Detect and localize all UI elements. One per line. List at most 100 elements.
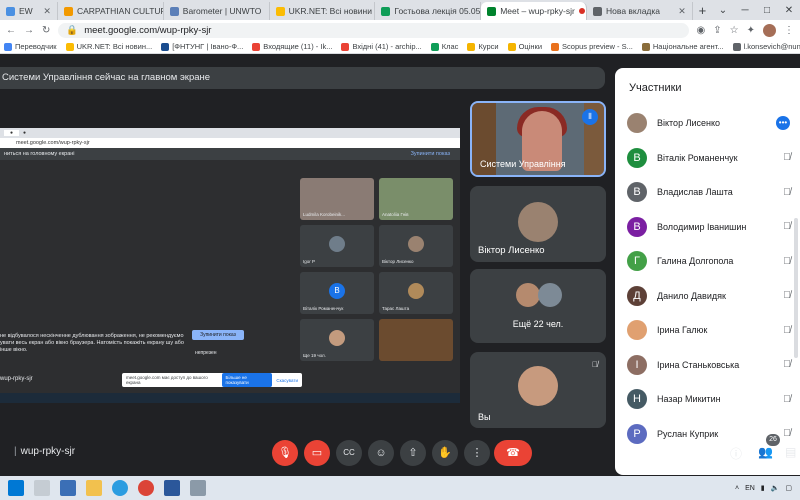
- bookmark-item[interactable]: Клас: [430, 42, 458, 51]
- participant-row[interactable]: Д Данило Давидяк 🎙̸: [615, 279, 800, 314]
- volume-icon[interactable]: 🔈: [771, 484, 780, 492]
- network-icon[interactable]: ▮: [761, 484, 765, 492]
- notifications-icon[interactable]: ▢: [785, 484, 792, 492]
- bookmark-item[interactable]: Національне агент...: [641, 42, 724, 51]
- participant-name: Галина Долгопола: [657, 256, 734, 267]
- word-icon[interactable]: [164, 480, 180, 496]
- chat-icon[interactable]: ▤: [785, 445, 796, 459]
- edge-icon[interactable]: [112, 480, 128, 496]
- browser-tab[interactable]: EW ✕: [0, 2, 58, 20]
- mic-off-icon[interactable]: 🎙̸: [774, 359, 800, 370]
- reload-icon[interactable]: ↻: [42, 25, 50, 36]
- mic-off-icon: 🎙̸: [592, 360, 598, 369]
- search-icon[interactable]: [34, 480, 50, 496]
- forward-icon[interactable]: →: [24, 25, 34, 36]
- bookmark-item[interactable]: Scopus preview - S...: [551, 42, 633, 51]
- bookmark-item[interactable]: [ФНТУНГ | Івано-Ф...: [161, 42, 243, 51]
- bookmark-favicon-icon: [551, 42, 560, 51]
- people-icon[interactable]: 👥: [758, 445, 773, 459]
- explorer-icon[interactable]: [86, 480, 102, 496]
- more-options-button[interactable]: ⋮: [464, 440, 490, 466]
- participant-row[interactable]: Г Галина Долгопола 🎙̸: [615, 244, 800, 279]
- captions-button[interactable]: CC: [336, 440, 362, 466]
- mic-off-icon[interactable]: 🎙̸: [774, 187, 800, 198]
- back-icon[interactable]: ←: [6, 25, 16, 36]
- close-tab-icon[interactable]: ✕: [39, 6, 51, 17]
- mic-toggle-button[interactable]: 🎙: [272, 440, 298, 466]
- start-icon[interactable]: [8, 480, 24, 496]
- minimize-icon[interactable]: ─: [734, 5, 756, 16]
- profile-avatar[interactable]: [763, 23, 776, 37]
- participant-row[interactable]: В Володимир Іванишин 🎙̸: [615, 210, 800, 245]
- browser-tab[interactable]: CARPATHIAN CULTURAL✕: [58, 2, 164, 20]
- info-icon[interactable]: ⓘ: [730, 445, 742, 462]
- shared-participant-name: Віталік Романенчук: [303, 306, 344, 311]
- language-indicator[interactable]: EN: [745, 485, 755, 492]
- bookmark-item[interactable]: Курси: [467, 42, 499, 51]
- extensions-icon[interactable]: ✦: [747, 25, 755, 36]
- participant-tile-viktor[interactable]: Віктор Лисенко: [470, 186, 606, 262]
- bookmark-item[interactable]: UKR.NET: Всі новин...: [65, 42, 152, 51]
- bookmark-favicon-icon: [161, 42, 170, 51]
- app-icon[interactable]: [190, 480, 206, 496]
- mic-off-icon[interactable]: 🎙̸: [774, 394, 800, 405]
- browser-tab[interactable]: Meet – wup-rpky-sjr✕: [481, 2, 588, 20]
- avatar: [408, 235, 424, 252]
- lock-icon: 🔒: [66, 24, 79, 36]
- shared-participant-name: Anatoliia Гнів: [382, 212, 409, 217]
- tray-expand-icon[interactable]: ˄: [735, 485, 739, 492]
- self-tile[interactable]: 🎙̸ Вы: [470, 352, 606, 428]
- participant-row[interactable]: Віктор Лисенко •••: [615, 106, 800, 141]
- tab-label: UKR.NET: Всі новини Ук: [288, 6, 376, 16]
- bookmark-item[interactable]: Вхідні (41) - archip...: [341, 42, 422, 51]
- participant-name: Володимир Іванишин: [657, 221, 747, 232]
- participant-more-icon[interactable]: •••: [776, 116, 790, 131]
- address-bar[interactable]: 🔒 meet.google.com/wup-rpky-sjr: [58, 22, 689, 38]
- browser-tab[interactable]: Нова вкладка ✕: [587, 2, 693, 20]
- bookmark-item[interactable]: Переводчик: [4, 42, 57, 51]
- participant-row[interactable]: В Віталік Романенчук 🎙̸: [615, 141, 800, 176]
- participant-row[interactable]: Ірина Галюк 🎙̸: [615, 313, 800, 348]
- new-tab-button[interactable]: +: [693, 2, 712, 20]
- files-icon[interactable]: [60, 480, 76, 496]
- participant-row[interactable]: Н Назар Микитин 🎙̸: [615, 382, 800, 417]
- leave-call-button[interactable]: ☎: [494, 440, 532, 466]
- participants-scrollbar[interactable]: [794, 218, 798, 358]
- camera-indicator-icon[interactable]: ◉: [697, 25, 706, 36]
- shared-participant-tile: Anatoliia Гнів: [379, 178, 453, 220]
- tab-favicon-icon: [169, 6, 179, 16]
- hide-popup-button[interactable]: Більше не показувати: [221, 373, 273, 387]
- bookmark-item[interactable]: l.konsevich@nung.e...: [732, 42, 800, 51]
- participant-row[interactable]: В Владислав Лашта 🎙̸: [615, 175, 800, 210]
- tab-label: Meet – wup-rpky-sjr: [500, 6, 575, 16]
- bookmark-star-icon[interactable]: ☆: [730, 25, 739, 36]
- maximize-icon[interactable]: □: [756, 5, 778, 16]
- bookmark-item[interactable]: Оцінки: [507, 42, 542, 51]
- speaker-tile[interactable]: ⦀ Системи Управління: [470, 101, 606, 177]
- bookmark-item[interactable]: Входящие (11) - Ik...: [252, 42, 332, 51]
- camera-toggle-button[interactable]: ▭: [304, 440, 330, 466]
- raise-hand-button[interactable]: ✋: [432, 440, 458, 466]
- browser-menu-icon[interactable]: ⋮: [784, 25, 794, 36]
- bookmark-label: [ФНТУНГ | Івано-Ф...: [172, 42, 244, 51]
- browser-tab[interactable]: Barometer | UNWTO✕: [164, 2, 270, 20]
- mic-off-icon[interactable]: 🎙̸: [774, 152, 800, 163]
- bookmark-label: Переводчик: [15, 42, 57, 51]
- emoji-button[interactable]: ☺: [368, 440, 394, 466]
- shared-participant-tile: Igor P: [300, 225, 374, 267]
- more-participants-tile[interactable]: Ещё 22 чел.: [470, 269, 606, 343]
- present-button[interactable]: ⇧: [400, 440, 426, 466]
- presenting-banner: Системи Управління сейчас на главном экр…: [0, 67, 605, 89]
- close-tab-icon[interactable]: ✕: [674, 6, 686, 17]
- close-window-icon[interactable]: ✕: [778, 5, 800, 16]
- browser-tab[interactable]: UKR.NET: Всі новини Ук✕: [270, 2, 376, 20]
- stop-popup-button[interactable]: Скасувати: [276, 378, 298, 383]
- browser-tab[interactable]: Гостьова лекція 05.05.✕: [375, 2, 482, 20]
- share-icon[interactable]: ⇪: [713, 25, 721, 36]
- chrome-icon[interactable]: [138, 480, 154, 496]
- tab-search-icon[interactable]: ⌄: [712, 5, 734, 16]
- avatar: [627, 320, 647, 341]
- browser-toolbar: ← → ↻ 🔒 meet.google.com/wup-rpky-sjr ◉ ⇪…: [0, 20, 800, 40]
- shared-stop-button: Зупинити показ: [192, 330, 244, 340]
- participant-row[interactable]: І Ірина Станьковська 🎙̸: [615, 348, 800, 383]
